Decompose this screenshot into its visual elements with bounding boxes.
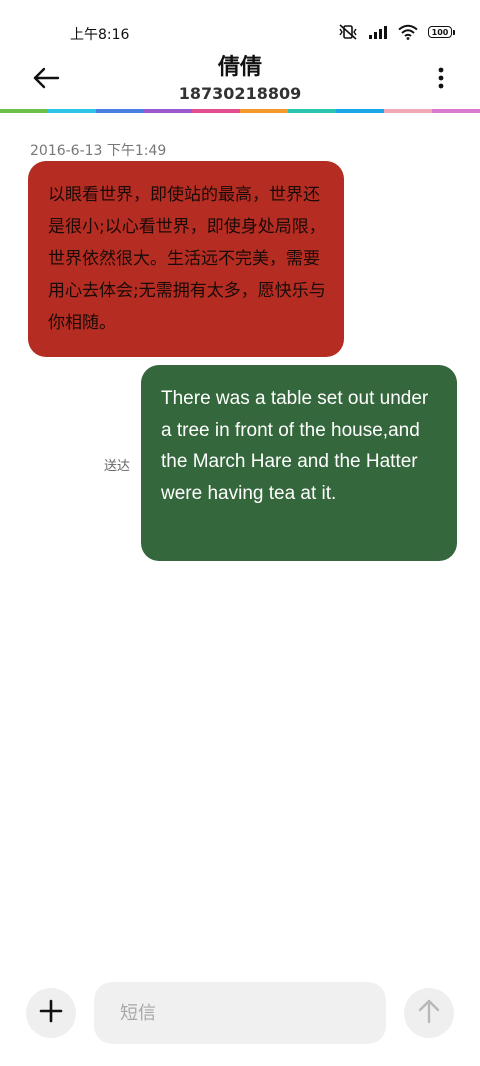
wifi-icon xyxy=(398,24,418,40)
contact-name: 倩倩 xyxy=(217,55,262,80)
title-block: 倩倩 18730218809 xyxy=(0,54,480,104)
delivery-status: 送达 xyxy=(104,459,131,474)
send-button[interactable] xyxy=(404,988,454,1038)
rainbow-segment xyxy=(432,109,480,113)
more-options-button[interactable] xyxy=(426,62,456,98)
rainbow-segment xyxy=(48,109,96,113)
message-composer xyxy=(0,980,480,1050)
rainbow-segment xyxy=(96,109,144,113)
rainbow-divider xyxy=(0,109,480,113)
battery-icon: 100 xyxy=(428,26,455,38)
message-timestamp: 2016-6-13 下午1:49 xyxy=(30,143,167,159)
outgoing-message-bubble[interactable]: There was a table set out under a tree i… xyxy=(141,365,457,561)
rainbow-segment xyxy=(336,109,384,113)
more-vertical-icon xyxy=(438,67,444,93)
plus-icon xyxy=(39,999,63,1027)
contact-number: 18730218809 xyxy=(178,84,302,103)
rainbow-segment xyxy=(192,109,240,113)
status-icons: 100 xyxy=(338,24,455,40)
rainbow-segment xyxy=(240,109,288,113)
rainbow-segment xyxy=(384,109,432,113)
conversation-header: 倩倩 18730218809 xyxy=(0,52,480,112)
incoming-message-bubble[interactable]: 以眼看世界，即使站的最高，世界还是很小;以心看世界，即使身处局限，世界依然很大。… xyxy=(28,161,344,357)
rainbow-segment xyxy=(144,109,192,113)
mute-vibrate-icon xyxy=(338,24,358,40)
rainbow-segment xyxy=(0,109,48,113)
message-input[interactable] xyxy=(94,982,386,1044)
signal-icon xyxy=(368,25,388,39)
add-attachment-button[interactable] xyxy=(26,988,76,1038)
status-time: 上午8:16 xyxy=(70,27,130,43)
send-arrow-up-icon xyxy=(417,998,441,1028)
rainbow-segment xyxy=(288,109,336,113)
